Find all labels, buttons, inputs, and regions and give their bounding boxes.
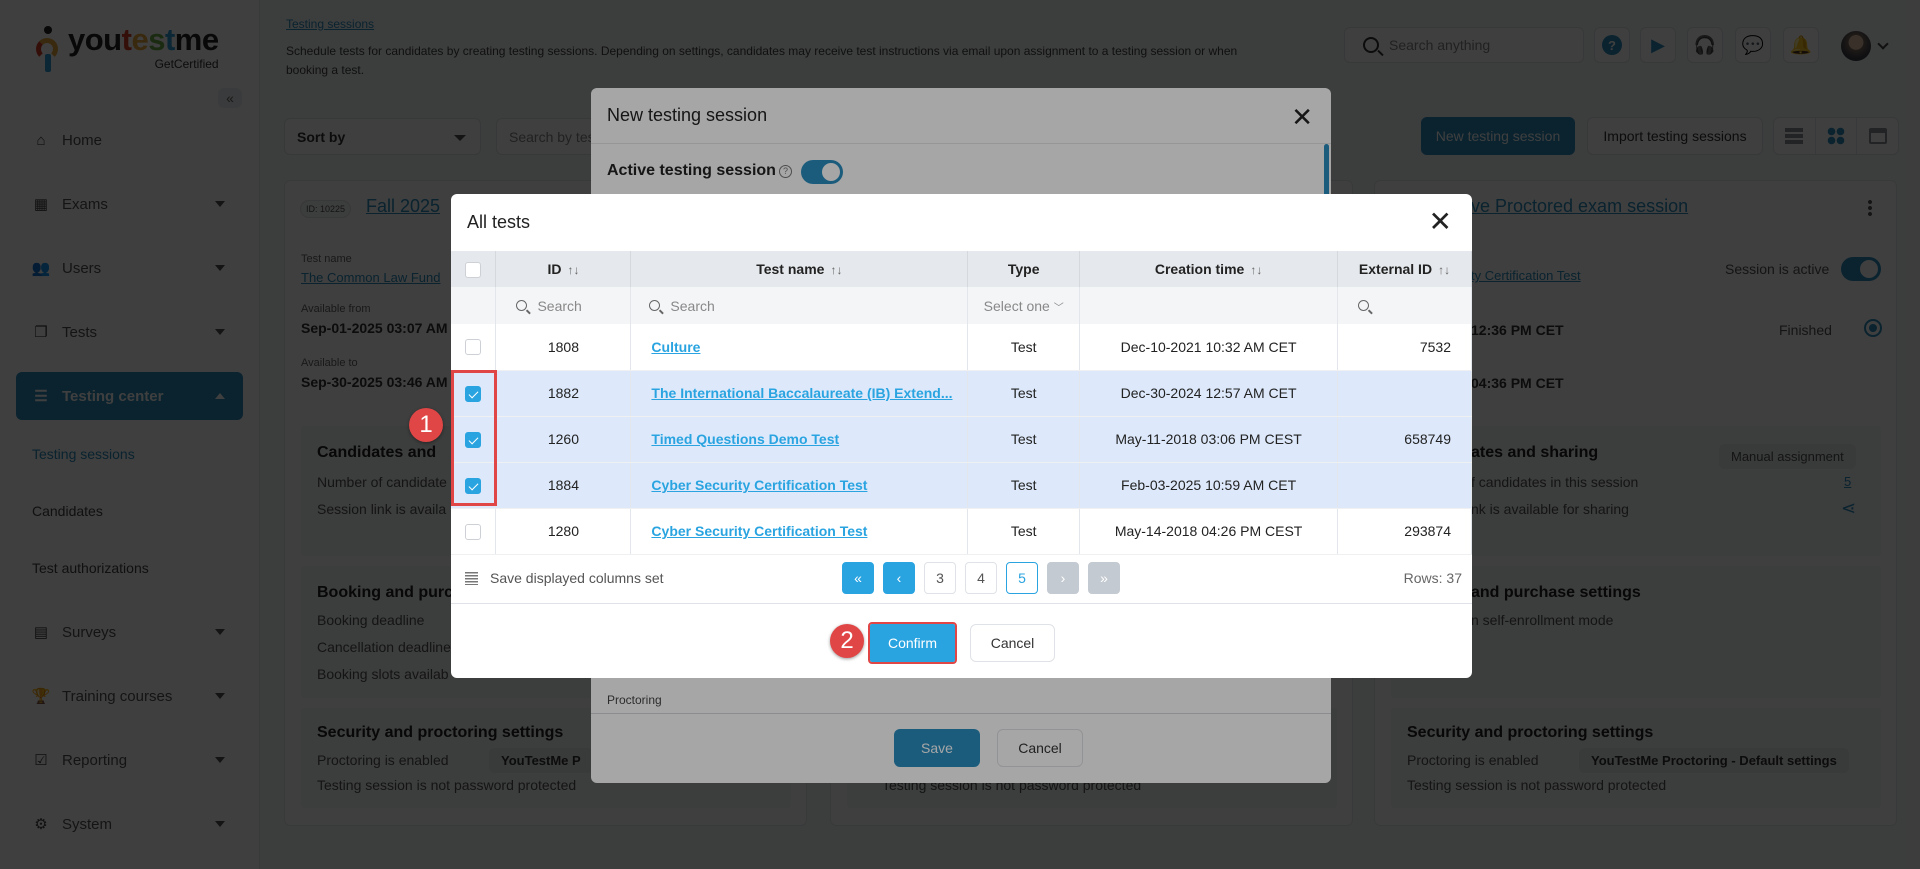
- all-tests-modal: All tests ✕ ID ↑↓ Test name ↑↓ Type Creati…: [451, 194, 1472, 678]
- column-header-creation-time[interactable]: Creation time ↑↓: [1079, 251, 1338, 287]
- cell-id: 1260: [495, 416, 632, 463]
- search-icon: [516, 300, 528, 311]
- annotation-badge-1: 1: [409, 408, 443, 442]
- cell-external-id: 7532: [1337, 324, 1472, 371]
- confirm-button[interactable]: Confirm: [868, 622, 957, 664]
- annotation-highlight-checkboxes: [451, 370, 497, 506]
- tests-table: ID ↑↓ Test name ↑↓ Type Creation time ↑↓ Ex…: [451, 251, 1472, 555]
- search-icon: [1358, 300, 1369, 311]
- save-columns-button[interactable]: Save displayed columns set: [465, 570, 664, 586]
- annotation-badge-2: 2: [830, 624, 864, 658]
- cell-id: 1280: [495, 508, 632, 555]
- cell-type: Test: [967, 508, 1081, 555]
- cell-creation-time: Dec-10-2021 10:32 AM CET: [1079, 324, 1338, 371]
- table-row[interactable]: 1882 The International Baccalaureate (IB)…: [451, 370, 1472, 417]
- id-filter-input[interactable]: Search: [495, 287, 632, 324]
- page-5-button[interactable]: 5: [1006, 562, 1038, 594]
- pagination: « ‹ 3 4 5 › »: [842, 562, 1120, 594]
- cell-type: Test: [967, 416, 1081, 463]
- cell-id: 1882: [495, 370, 632, 417]
- chevron-down-icon: ﹀: [1053, 302, 1064, 314]
- cell-external-id: [1337, 370, 1472, 417]
- type-filter-select[interactable]: Select one ﹀: [967, 287, 1081, 324]
- first-page-button[interactable]: «: [842, 562, 874, 594]
- cell-external-id: [1337, 462, 1472, 509]
- sort-icon[interactable]: ↑↓: [830, 263, 842, 277]
- cell-id: 1884: [495, 462, 632, 509]
- row-checkbox[interactable]: [465, 523, 482, 540]
- table-row[interactable]: 1280 Cyber Security Certification Test Tes…: [451, 508, 1472, 555]
- table-row[interactable]: 1260 Timed Questions Demo Test Test May-11-…: [451, 416, 1472, 463]
- name-filter-input[interactable]: Search: [630, 287, 969, 324]
- select-all-checkbox[interactable]: [465, 261, 482, 278]
- columns-icon: [465, 571, 478, 585]
- table-row[interactable]: 1884 Cyber Security Certification Test Tes…: [451, 462, 1472, 509]
- modal-title: All tests: [467, 212, 531, 232]
- page-4-button[interactable]: 4: [965, 562, 997, 594]
- cell-type: Test: [967, 370, 1081, 417]
- test-name-link[interactable]: The International Baccalaureate (IB) Ext…: [651, 385, 952, 401]
- rows-count: Rows: 37: [1403, 570, 1462, 586]
- cell-type: Test: [967, 324, 1081, 371]
- close-icon[interactable]: ✕: [1429, 208, 1452, 236]
- sort-icon[interactable]: ↑↓: [1250, 263, 1262, 277]
- cell-creation-time: May-14-2018 04:26 PM CEST: [1079, 508, 1338, 555]
- test-name-link[interactable]: Timed Questions Demo Test: [651, 431, 839, 447]
- search-icon: [649, 300, 661, 311]
- test-name-link[interactable]: Cyber Security Certification Test: [651, 477, 867, 493]
- sort-icon[interactable]: ↑↓: [567, 263, 579, 277]
- cell-external-id: 293874: [1337, 508, 1472, 555]
- column-header-external-id[interactable]: External ID ↑↓: [1337, 251, 1472, 287]
- cell-creation-time: Feb-03-2025 10:59 AM CET: [1079, 462, 1338, 509]
- app: youtestme GetCertified « ⌂Home ▦Exams 👥U…: [0, 0, 1920, 869]
- cell-external-id: 658749: [1337, 416, 1472, 463]
- external-id-filter-input[interactable]: [1337, 287, 1472, 324]
- test-name-link[interactable]: Culture: [651, 339, 700, 355]
- page-3-button[interactable]: 3: [924, 562, 956, 594]
- cell-creation-time: Dec-30-2024 12:57 AM CET: [1079, 370, 1338, 417]
- column-header-test-name[interactable]: Test name ↑↓: [630, 251, 969, 287]
- next-page-button[interactable]: ›: [1047, 562, 1079, 594]
- cell-id: 1808: [495, 324, 632, 371]
- last-page-button[interactable]: »: [1088, 562, 1120, 594]
- column-header-type: Type: [967, 251, 1081, 287]
- cell-creation-time: May-11-2018 03:06 PM CEST: [1079, 416, 1338, 463]
- row-checkbox[interactable]: [465, 339, 482, 356]
- cancel-button[interactable]: Cancel: [970, 624, 1055, 662]
- prev-page-button[interactable]: ‹: [883, 562, 915, 594]
- sort-icon[interactable]: ↑↓: [1438, 263, 1450, 277]
- table-row[interactable]: 1808 Culture Test Dec-10-2021 10:32 AM CET 7…: [451, 324, 1472, 371]
- column-header-id[interactable]: ID ↑↓: [495, 251, 632, 287]
- test-name-link[interactable]: Cyber Security Certification Test: [651, 523, 867, 539]
- cell-type: Test: [967, 462, 1081, 509]
